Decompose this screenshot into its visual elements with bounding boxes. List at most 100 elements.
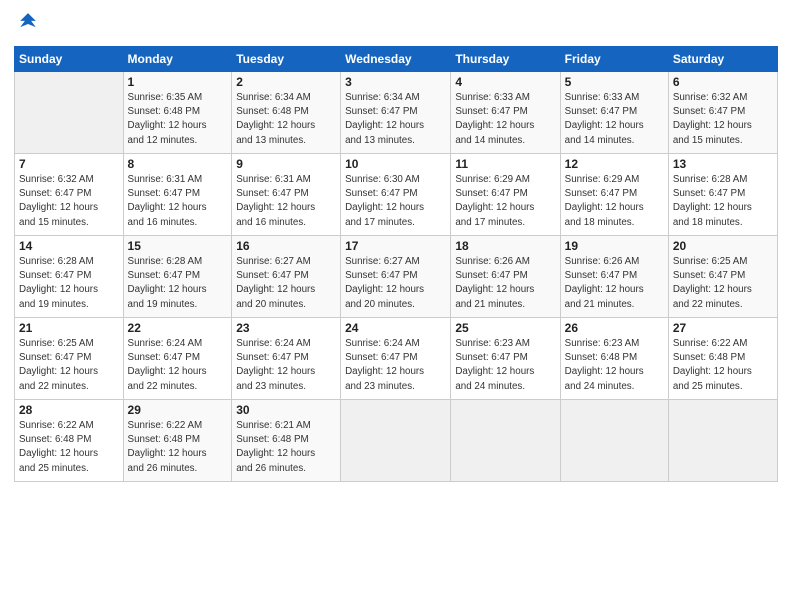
calendar-cell: 5 Sunrise: 6:33 AM Sunset: 6:47 PM Daylig…	[560, 72, 668, 154]
day-info: Sunrise: 6:28 AM Sunset: 6:47 PM Dayligh…	[673, 173, 773, 230]
calendar-cell: 6 Sunrise: 6:32 AM Sunset: 6:47 PM Daylig…	[668, 72, 777, 154]
calendar-cell: 29 Sunrise: 6:22 AM Sunset: 6:48 PM Dayli…	[123, 400, 232, 482]
day-number: 13	[673, 157, 773, 171]
weekday-header: Monday	[123, 47, 232, 72]
day-info: Sunrise: 6:27 AM Sunset: 6:47 PM Dayligh…	[236, 255, 336, 312]
calendar-cell: 10 Sunrise: 6:30 AM Sunset: 6:47 PM Dayli…	[341, 154, 451, 236]
calendar-cell	[15, 72, 124, 154]
calendar-header: SundayMondayTuesdayWednesdayThursdayFrid…	[15, 47, 778, 72]
day-info: Sunrise: 6:23 AM Sunset: 6:48 PM Dayligh…	[565, 337, 664, 394]
day-info: Sunrise: 6:32 AM Sunset: 6:47 PM Dayligh…	[673, 91, 773, 148]
day-info: Sunrise: 6:23 AM Sunset: 6:47 PM Dayligh…	[455, 337, 555, 394]
day-info: Sunrise: 6:34 AM Sunset: 6:48 PM Dayligh…	[236, 91, 336, 148]
day-number: 10	[345, 157, 446, 171]
weekday-header: Friday	[560, 47, 668, 72]
day-info: Sunrise: 6:22 AM Sunset: 6:48 PM Dayligh…	[673, 337, 773, 394]
calendar-week-row: 7 Sunrise: 6:32 AM Sunset: 6:47 PM Daylig…	[15, 154, 778, 236]
calendar-cell: 17 Sunrise: 6:27 AM Sunset: 6:47 PM Dayli…	[341, 236, 451, 318]
day-info: Sunrise: 6:32 AM Sunset: 6:47 PM Dayligh…	[19, 173, 119, 230]
calendar-week-row: 21 Sunrise: 6:25 AM Sunset: 6:47 PM Dayli…	[15, 318, 778, 400]
day-number: 6	[673, 75, 773, 89]
day-info: Sunrise: 6:24 AM Sunset: 6:47 PM Dayligh…	[345, 337, 446, 394]
calendar-cell: 18 Sunrise: 6:26 AM Sunset: 6:47 PM Dayli…	[451, 236, 560, 318]
day-info: Sunrise: 6:31 AM Sunset: 6:47 PM Dayligh…	[236, 173, 336, 230]
day-number: 17	[345, 239, 446, 253]
logo-icon	[14, 10, 42, 38]
day-info: Sunrise: 6:24 AM Sunset: 6:47 PM Dayligh…	[236, 337, 336, 394]
day-info: Sunrise: 6:28 AM Sunset: 6:47 PM Dayligh…	[19, 255, 119, 312]
day-number: 20	[673, 239, 773, 253]
day-number: 18	[455, 239, 555, 253]
day-info: Sunrise: 6:22 AM Sunset: 6:48 PM Dayligh…	[128, 419, 228, 476]
calendar-cell: 1Sunrise: 6:35 AM Sunset: 6:48 PM Daylig…	[123, 72, 232, 154]
calendar-week-row: 1Sunrise: 6:35 AM Sunset: 6:48 PM Daylig…	[15, 72, 778, 154]
calendar-cell	[341, 400, 451, 482]
day-info: Sunrise: 6:25 AM Sunset: 6:47 PM Dayligh…	[673, 255, 773, 312]
day-info: Sunrise: 6:21 AM Sunset: 6:48 PM Dayligh…	[236, 419, 336, 476]
day-number: 4	[455, 75, 555, 89]
day-number: 19	[565, 239, 664, 253]
weekday-header: Sunday	[15, 47, 124, 72]
day-info: Sunrise: 6:24 AM Sunset: 6:47 PM Dayligh…	[128, 337, 228, 394]
calendar-cell: 15Sunrise: 6:28 AM Sunset: 6:47 PM Dayli…	[123, 236, 232, 318]
day-info: Sunrise: 6:27 AM Sunset: 6:47 PM Dayligh…	[345, 255, 446, 312]
day-number: 16	[236, 239, 336, 253]
day-number: 11	[455, 157, 555, 171]
day-info: Sunrise: 6:29 AM Sunset: 6:47 PM Dayligh…	[565, 173, 664, 230]
weekday-header: Thursday	[451, 47, 560, 72]
weekday-header: Tuesday	[232, 47, 341, 72]
day-info: Sunrise: 6:30 AM Sunset: 6:47 PM Dayligh…	[345, 173, 446, 230]
calendar-cell: 12 Sunrise: 6:29 AM Sunset: 6:47 PM Dayli…	[560, 154, 668, 236]
day-info: Sunrise: 6:22 AM Sunset: 6:48 PM Dayligh…	[19, 419, 119, 476]
day-number: 8	[128, 157, 228, 171]
calendar-week-row: 28 Sunrise: 6:22 AM Sunset: 6:48 PM Dayli…	[15, 400, 778, 482]
calendar-cell: 24 Sunrise: 6:24 AM Sunset: 6:47 PM Dayli…	[341, 318, 451, 400]
calendar-cell: 21 Sunrise: 6:25 AM Sunset: 6:47 PM Dayli…	[15, 318, 124, 400]
calendar-cell	[668, 400, 777, 482]
day-number: 23	[236, 321, 336, 335]
calendar-cell: 26 Sunrise: 6:23 AM Sunset: 6:48 PM Dayli…	[560, 318, 668, 400]
day-info: Sunrise: 6:25 AM Sunset: 6:47 PM Dayligh…	[19, 337, 119, 394]
day-number: 9	[236, 157, 336, 171]
calendar-cell: 8 Sunrise: 6:31 AM Sunset: 6:47 PM Daylig…	[123, 154, 232, 236]
day-number: 26	[565, 321, 664, 335]
day-number: 21	[19, 321, 119, 335]
day-number: 25	[455, 321, 555, 335]
day-info: Sunrise: 6:26 AM Sunset: 6:47 PM Dayligh…	[455, 255, 555, 312]
calendar-cell	[451, 400, 560, 482]
weekday-header: Wednesday	[341, 47, 451, 72]
day-number: 27	[673, 321, 773, 335]
calendar-cell: 20 Sunrise: 6:25 AM Sunset: 6:47 PM Dayli…	[668, 236, 777, 318]
weekday-header: Saturday	[668, 47, 777, 72]
day-number: 28	[19, 403, 119, 417]
day-number: 5	[565, 75, 664, 89]
calendar-cell: 9 Sunrise: 6:31 AM Sunset: 6:47 PM Daylig…	[232, 154, 341, 236]
page-header	[14, 10, 778, 38]
day-number: 14	[19, 239, 119, 253]
logo	[14, 10, 46, 38]
day-info: Sunrise: 6:31 AM Sunset: 6:47 PM Dayligh…	[128, 173, 228, 230]
calendar-cell: 3 Sunrise: 6:34 AM Sunset: 6:47 PM Daylig…	[341, 72, 451, 154]
day-info: Sunrise: 6:33 AM Sunset: 6:47 PM Dayligh…	[565, 91, 664, 148]
calendar-cell: 16 Sunrise: 6:27 AM Sunset: 6:47 PM Dayli…	[232, 236, 341, 318]
day-number: 29	[128, 403, 228, 417]
day-number: 3	[345, 75, 446, 89]
calendar-table: SundayMondayTuesdayWednesdayThursdayFrid…	[14, 46, 778, 482]
calendar-cell: 23 Sunrise: 6:24 AM Sunset: 6:47 PM Dayli…	[232, 318, 341, 400]
day-info: Sunrise: 6:34 AM Sunset: 6:47 PM Dayligh…	[345, 91, 446, 148]
calendar-cell: 11Sunrise: 6:29 AM Sunset: 6:47 PM Dayli…	[451, 154, 560, 236]
day-number: 24	[345, 321, 446, 335]
calendar-cell: 2 Sunrise: 6:34 AM Sunset: 6:48 PM Daylig…	[232, 72, 341, 154]
day-info: Sunrise: 6:33 AM Sunset: 6:47 PM Dayligh…	[455, 91, 555, 148]
day-number: 1	[128, 75, 228, 89]
calendar-cell: 25 Sunrise: 6:23 AM Sunset: 6:47 PM Dayli…	[451, 318, 560, 400]
calendar-cell	[560, 400, 668, 482]
day-info: Sunrise: 6:26 AM Sunset: 6:47 PM Dayligh…	[565, 255, 664, 312]
calendar-cell: 27 Sunrise: 6:22 AM Sunset: 6:48 PM Dayli…	[668, 318, 777, 400]
day-number: 7	[19, 157, 119, 171]
day-number: 2	[236, 75, 336, 89]
day-number: 12	[565, 157, 664, 171]
calendar-cell: 19 Sunrise: 6:26 AM Sunset: 6:47 PM Dayli…	[560, 236, 668, 318]
calendar-cell: 7 Sunrise: 6:32 AM Sunset: 6:47 PM Daylig…	[15, 154, 124, 236]
day-info: Sunrise: 6:28 AM Sunset: 6:47 PM Dayligh…	[128, 255, 228, 312]
